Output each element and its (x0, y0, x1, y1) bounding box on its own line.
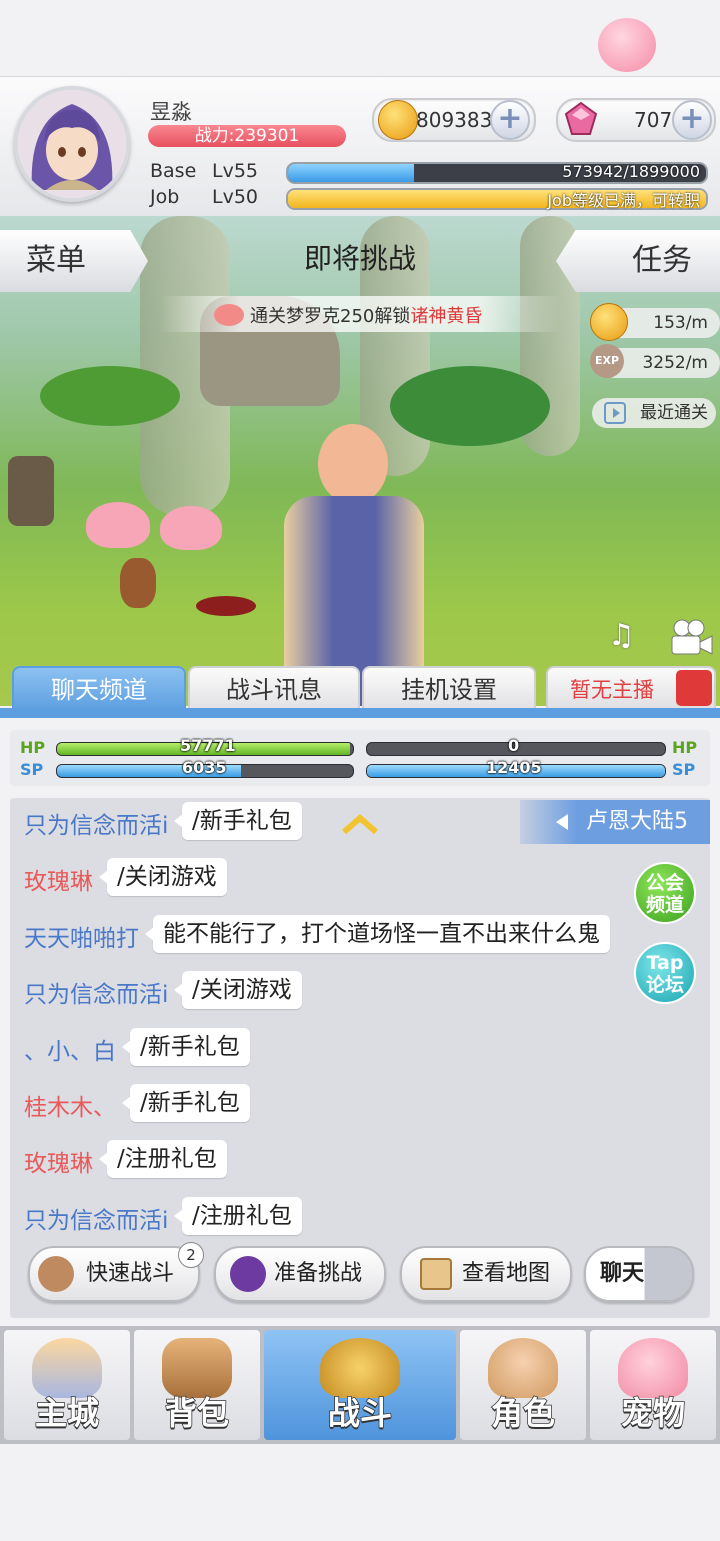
tab-battle-log[interactable]: 战斗讯息 (188, 666, 360, 714)
left-arrow-icon (556, 814, 568, 830)
pet-sp-value: 12405 (486, 758, 542, 777)
nav-main-city[interactable]: 主城 (4, 1330, 130, 1440)
player-sp-value: 6035 (182, 758, 227, 777)
tab-idle-settings[interactable]: 挂机设置 (362, 666, 536, 714)
player-sp-label: SP (20, 760, 44, 779)
job-status-text: Job等级已满，可转职 (547, 191, 700, 210)
nav-battle[interactable]: 战斗 (264, 1330, 456, 1440)
camera-icon[interactable] (666, 616, 714, 658)
broadcast-icon (676, 670, 712, 706)
chat-sender[interactable]: 、小、白 (24, 1032, 116, 1066)
guild-channel-button[interactable]: 公会 频道 (634, 862, 696, 924)
coin-icon (378, 100, 418, 140)
player-hp-value: 57771 (180, 736, 236, 755)
nav-pet[interactable]: 宠物 (590, 1330, 716, 1440)
music-icon[interactable]: ♫ (608, 618, 648, 658)
player-hp-label: HP (20, 738, 46, 757)
gem-icon (562, 100, 600, 138)
hp-sp-panel: HP SP 57771 6035 0 12405 HP SP (10, 730, 710, 786)
tab-underline (0, 708, 720, 718)
chat-sender[interactable]: 只为信念而活i (24, 975, 168, 1009)
coin-amount: 809383 (416, 108, 493, 132)
coin-rate-icon (590, 303, 628, 341)
base-level: Lv55 (212, 160, 259, 182)
chat-sender[interactable]: 玫瑰琳 (24, 1144, 93, 1178)
task-button[interactable]: 任务 (556, 230, 720, 292)
unlock-text: 通关梦罗克250解锁诸神黄昏 (250, 302, 482, 328)
chat-bubble: /新手礼包 (122, 1084, 250, 1122)
chat-bubble: /新手礼包 (174, 802, 302, 840)
unlock-highlight: 诸神黄昏 (410, 306, 483, 327)
pet-hp-value: 0 (508, 736, 520, 755)
chat-bubble: /关闭游戏 (99, 858, 227, 896)
chat-sender[interactable]: 只为信念而活i (24, 806, 168, 840)
quick-battle-button[interactable]: 快速战斗 (28, 1246, 200, 1302)
play-icon (604, 402, 626, 424)
quick-battle-icon (38, 1256, 74, 1292)
chat-bubble: /新手礼包 (122, 1028, 250, 1066)
add-gems-button[interactable]: + (672, 100, 712, 140)
region-selector[interactable]: 卢恩大陆5 (520, 800, 710, 844)
player-avatar[interactable] (14, 86, 130, 202)
nav-character[interactable]: 角色 (460, 1330, 586, 1440)
region-name: 卢恩大陆5 (586, 809, 688, 834)
pet-hp-label: HP (672, 738, 698, 757)
quick-battle-badge: 2 (178, 1242, 204, 1268)
chat-bubble: /关闭游戏 (174, 971, 302, 1009)
chat-bubble: 能不能行了，打个道场怪一直不出来什么鬼 (145, 915, 610, 953)
poring-icon (214, 304, 244, 326)
chat-toggle[interactable]: 聊天 (584, 1246, 694, 1302)
chat-sender[interactable]: 天天啪啪打 (24, 919, 139, 953)
exp-icon: EXP (590, 344, 624, 378)
job-label: Job (150, 186, 180, 208)
chat-sender[interactable]: 玫瑰琳 (24, 862, 93, 896)
player-name: 昱淼 (150, 100, 192, 124)
collapse-chevron-icon[interactable] (340, 812, 380, 836)
view-map-button[interactable]: 查看地图 (400, 1246, 572, 1302)
job-level: Lv50 (212, 186, 259, 208)
combat-power-badge: 战力:239301 (148, 125, 346, 147)
chat-sender[interactable]: 只为信念而活i (24, 1201, 168, 1235)
top-pet-icon[interactable] (598, 18, 656, 72)
base-exp-text: 573942/1899000 (562, 162, 700, 181)
chat-sender[interactable]: 桂木木、 (24, 1088, 116, 1122)
pet-sp-label: SP (672, 760, 696, 779)
tap-forum-button[interactable]: Tap 论坛 (634, 942, 696, 1004)
base-label: Base (150, 160, 197, 182)
prepare-challenge-button[interactable]: 准备挑战 (214, 1246, 386, 1302)
nav-backpack[interactable]: 背包 (134, 1330, 260, 1440)
tab-chat-channel[interactable]: 聊天频道 (12, 666, 186, 714)
map-scroll-icon (420, 1258, 452, 1290)
unlock-prefix: 通关梦罗克250解锁 (250, 306, 411, 327)
add-coins-button[interactable]: + (490, 100, 530, 140)
gem-amount: 707 (634, 108, 673, 132)
prepare-challenge-icon (230, 1256, 266, 1292)
chat-bubble: /注册礼包 (99, 1140, 227, 1178)
chat-bubble: /注册礼包 (174, 1197, 302, 1235)
